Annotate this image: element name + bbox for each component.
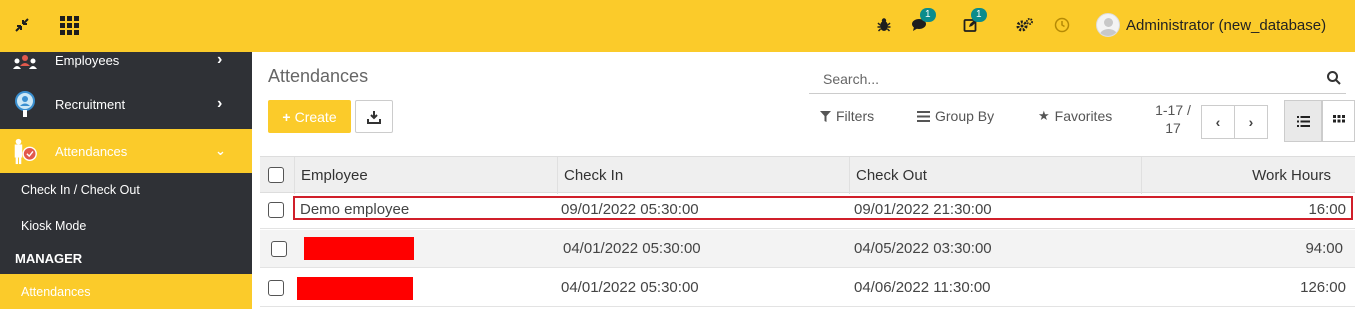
bug-icon[interactable]: [873, 14, 895, 36]
messages-badge: 1: [920, 8, 936, 22]
work-hours-cell: 94:00: [1305, 240, 1343, 257]
apps-grid-icon[interactable]: [58, 14, 80, 36]
redacted-employee-name: [297, 277, 413, 300]
create-button[interactable]: + Create: [268, 100, 351, 133]
table-header: Employee Check In Check Out Work Hours: [260, 156, 1355, 194]
plus-icon: +: [282, 108, 291, 125]
row-highlight-box: [293, 196, 1353, 220]
download-icon: [367, 110, 381, 124]
sidebar-item-attendances[interactable]: Attendances ⌄: [0, 129, 252, 173]
chevron-down-icon: ⌄: [215, 143, 226, 158]
column-header-check-in[interactable]: Check In: [557, 157, 849, 194]
pager-next-button[interactable]: ›: [1234, 105, 1268, 139]
pager-previous-button[interactable]: ‹: [1201, 105, 1235, 139]
recruitment-icon: [11, 90, 39, 118]
sidebar-subitem-attendances[interactable]: Attendances: [0, 274, 252, 309]
top-navbar: 1 1 Administrator (new_database): [0, 0, 1355, 52]
search-icon[interactable]: [1326, 70, 1342, 86]
sidebar-item-employees[interactable]: Employees ›: [0, 48, 252, 72]
check-in-cell: 04/01/2022 05:30:00: [561, 279, 699, 296]
sidebar-item-label: Employees: [55, 52, 120, 68]
chevron-right-icon: ›: [217, 95, 223, 112]
employees-icon: [11, 46, 39, 74]
kanban-view-button[interactable]: [1322, 100, 1355, 142]
redacted-employee-name: [304, 237, 414, 260]
star-icon: ★: [1038, 108, 1050, 123]
favorites-button[interactable]: ★ Favorites: [1038, 108, 1112, 124]
table-row[interactable]: 04/01/2022 05:30:00 04/06/2022 11:30:00 …: [260, 269, 1355, 307]
main-content: Attendances + Create Filters Group By ★ …: [260, 52, 1355, 309]
column-header-employee[interactable]: Employee: [294, 157, 557, 194]
table-row[interactable]: 04/01/2022 05:30:00 04/05/2022 03:30:00 …: [260, 230, 1355, 268]
column-header-check-out[interactable]: Check Out: [849, 157, 1141, 194]
sidebar-item-label: Attendances: [55, 143, 128, 159]
user-name: Administrator (new_database): [1126, 16, 1327, 34]
row-checkbox[interactable]: [268, 202, 284, 218]
activity-icon[interactable]: 1: [960, 8, 987, 36]
page-title: Attendances: [268, 66, 369, 86]
download-button[interactable]: [355, 100, 393, 133]
chevron-right-icon: ›: [217, 51, 223, 68]
pager-range: 1-17 /: [1155, 102, 1191, 118]
filters-label: Filters: [836, 108, 875, 124]
chat-icon[interactable]: 1: [909, 8, 936, 36]
filter-icon: [820, 110, 831, 122]
sidebar: Employees › Recruitment › Attendances ⌄ …: [0, 51, 252, 309]
chevron-right-icon: ›: [1248, 114, 1254, 130]
kanban-view-icon: [1332, 115, 1345, 123]
list-icon: [917, 110, 930, 122]
attendances-icon: [11, 137, 39, 165]
select-all-checkbox[interactable]: [268, 167, 284, 183]
work-hours-cell: 126:00: [1300, 279, 1346, 296]
row-checkbox[interactable]: [268, 280, 284, 296]
filters-button[interactable]: Filters: [820, 108, 874, 124]
check-out-cell: 04/05/2022 03:30:00: [854, 240, 992, 257]
search-input[interactable]: [823, 71, 1303, 87]
row-checkbox[interactable]: [271, 241, 287, 257]
favorites-label: Favorites: [1054, 108, 1113, 124]
sidebar-section-manager: MANAGER: [15, 251, 83, 266]
collapse-icon[interactable]: [11, 14, 33, 36]
sidebar-subitem-kiosk-mode[interactable]: Kiosk Mode: [0, 214, 252, 238]
pager-value[interactable]: 1-17 / 17: [1152, 101, 1194, 137]
check-in-cell: 04/01/2022 05:30:00: [563, 240, 701, 257]
check-out-cell: 04/06/2022 11:30:00: [854, 279, 991, 296]
user-menu[interactable]: Administrator (new_database): [1096, 13, 1326, 37]
avatar: [1096, 13, 1120, 37]
pager-total: 17: [1165, 120, 1181, 136]
activities-badge: 1: [971, 8, 987, 22]
sidebar-item-recruitment[interactable]: Recruitment ›: [0, 90, 252, 118]
search-bar: [809, 66, 1346, 94]
group-by-button[interactable]: Group By: [917, 108, 994, 124]
column-header-work-hours[interactable]: Work Hours: [1141, 157, 1355, 194]
chevron-left-icon: ‹: [1215, 114, 1221, 130]
sidebar-item-label: Recruitment: [55, 96, 126, 112]
create-button-label: Create: [294, 108, 337, 125]
group-by-label: Group By: [935, 108, 995, 124]
list-view-icon: [1296, 115, 1310, 127]
settings-icon[interactable]: [1014, 14, 1036, 36]
clock-icon[interactable]: [1051, 14, 1073, 36]
sidebar-subitem-check-in-out[interactable]: Check In / Check Out: [0, 178, 252, 202]
list-view-button[interactable]: [1284, 100, 1322, 142]
